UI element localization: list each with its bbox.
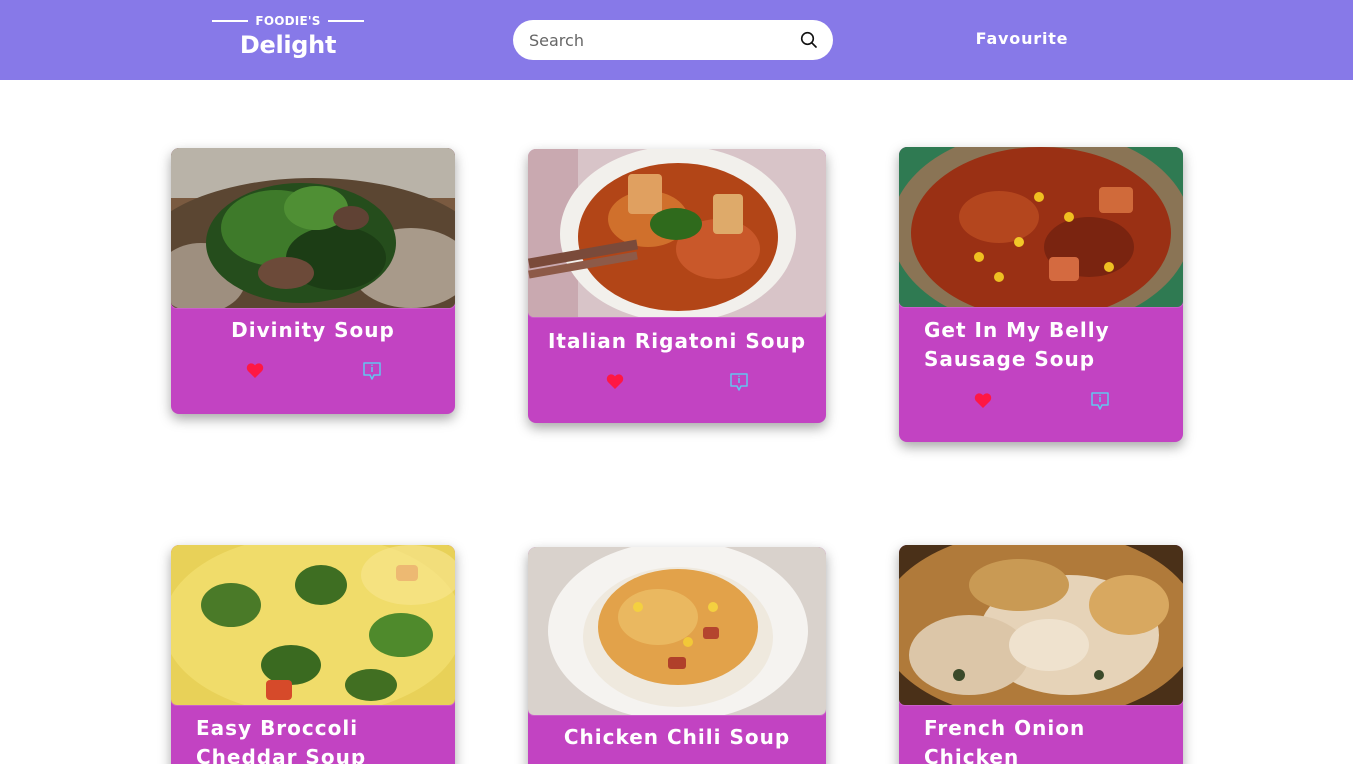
details-button[interactable] bbox=[1089, 390, 1111, 412]
logo-tagline-row: FOODIE'S bbox=[208, 13, 368, 29]
recipe-card[interactable]: Divinity Soup bbox=[171, 148, 455, 414]
recipe-card[interactable]: Chicken Chili Soup bbox=[528, 547, 826, 764]
favourite-button[interactable] bbox=[972, 389, 994, 411]
recipe-card[interactable]: Easy Broccoli Cheddar Soup bbox=[171, 545, 455, 764]
recipe-card[interactable]: Italian Rigatoni Soup bbox=[528, 149, 826, 423]
recipe-title[interactable]: Get In My Belly Sausage Soup bbox=[924, 316, 1124, 374]
recipe-image[interactable] bbox=[528, 149, 826, 317]
heart-icon bbox=[974, 392, 992, 408]
search-bar bbox=[513, 20, 833, 60]
search-input[interactable] bbox=[529, 28, 791, 52]
navbar: FOODIE'S Delight Favourite bbox=[0, 0, 1353, 80]
heart-icon bbox=[246, 362, 264, 378]
heart-icon bbox=[606, 373, 624, 389]
info-message-icon bbox=[363, 362, 381, 380]
info-message-icon bbox=[730, 373, 748, 391]
recipe-title[interactable]: French Onion Chicken bbox=[924, 714, 1124, 764]
logo-name: Delight bbox=[239, 31, 337, 59]
recipe-image[interactable] bbox=[171, 148, 455, 308]
recipe-card[interactable]: French Onion Chicken bbox=[899, 545, 1183, 764]
favourite-button[interactable] bbox=[604, 370, 626, 392]
site-logo[interactable]: FOODIE'S Delight bbox=[208, 11, 368, 63]
recipe-image[interactable] bbox=[171, 545, 455, 705]
logo-divider bbox=[212, 20, 249, 22]
recipe-image[interactable] bbox=[528, 547, 826, 715]
search-button[interactable] bbox=[796, 27, 822, 53]
logo-divider bbox=[327, 20, 364, 22]
favourite-button[interactable] bbox=[244, 359, 266, 381]
recipe-title[interactable]: Chicken Chili Soup bbox=[538, 723, 816, 752]
recipe-title[interactable]: Italian Rigatoni Soup bbox=[538, 327, 816, 356]
recipe-image[interactable] bbox=[899, 147, 1183, 307]
recipe-title[interactable]: Easy Broccoli Cheddar Soup bbox=[196, 714, 396, 764]
logo-tagline: FOODIE'S bbox=[255, 14, 321, 28]
recipe-image[interactable] bbox=[899, 545, 1183, 705]
details-button[interactable] bbox=[728, 371, 750, 393]
info-message-icon bbox=[1091, 392, 1109, 410]
search-icon bbox=[800, 31, 817, 48]
recipe-title[interactable]: Divinity Soup bbox=[181, 316, 445, 345]
recipe-card[interactable]: Get In My Belly Sausage Soup bbox=[899, 147, 1183, 442]
details-button[interactable] bbox=[361, 360, 383, 382]
nav-favourite-link[interactable]: Favourite bbox=[960, 29, 1084, 48]
